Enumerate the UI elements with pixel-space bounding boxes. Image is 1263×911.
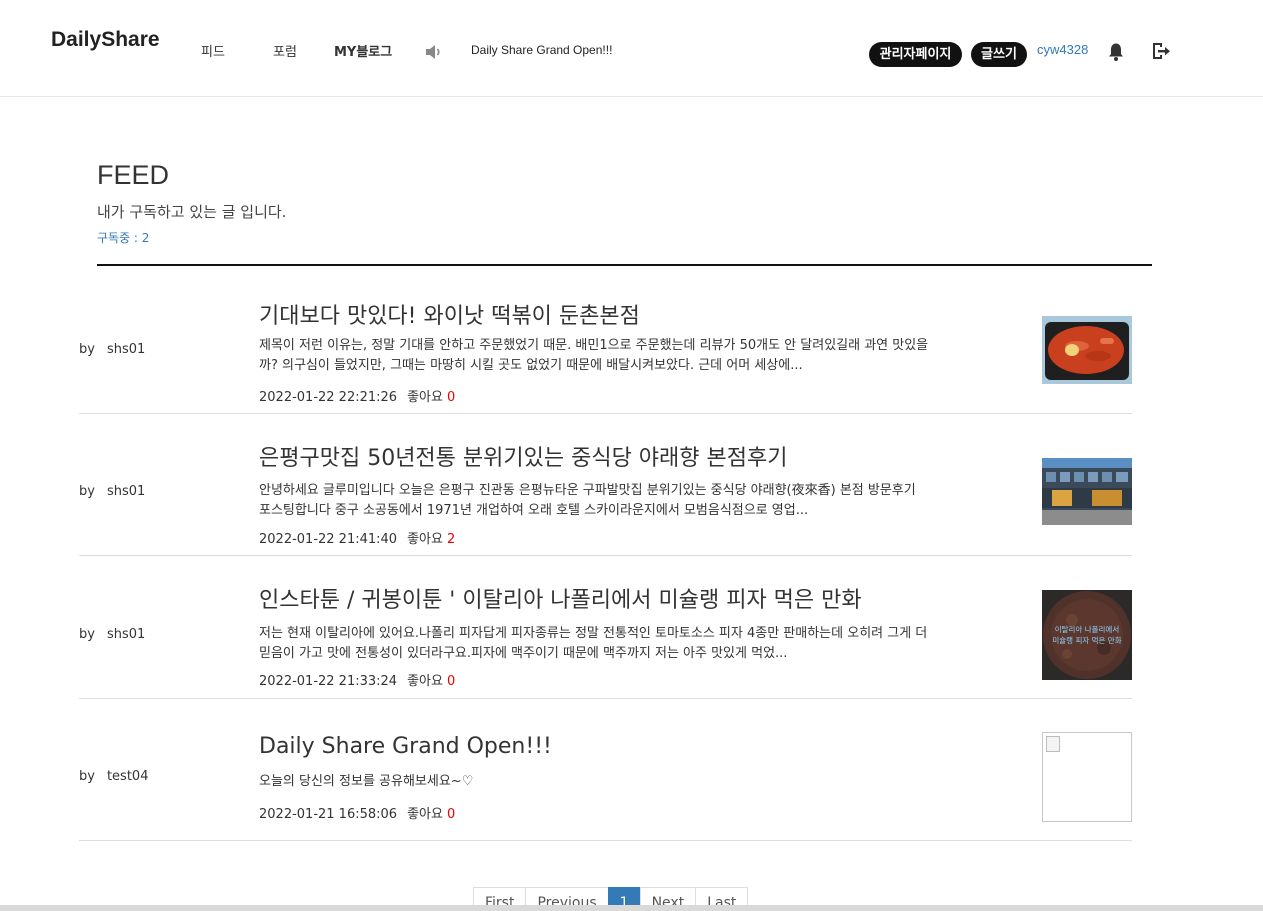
post-thumbnail-tteokbokki[interactable] — [1042, 316, 1132, 384]
title-divider — [97, 264, 1152, 266]
bell-icon[interactable] — [1107, 42, 1125, 62]
likes-label: 좋아요 — [407, 390, 443, 405]
post-item[interactable]: by test04 Daily Share Grand Open!!! 오늘의 당… — [79, 723, 1132, 841]
nav-forum[interactable]: 포럼 — [273, 41, 297, 60]
by-label: by — [79, 484, 95, 499]
likes-label: 좋아요 — [407, 807, 443, 822]
username-link[interactable]: cyw4328 — [1037, 42, 1088, 57]
post-date: 2022-01-21 16:58:06 — [259, 807, 398, 822]
speaker-icon — [426, 45, 440, 59]
likes-label: 좋아요 — [407, 532, 443, 547]
post-thumbnail-pizza[interactable]: 이탈리아 나폴리에서 미슐랭 피자 먹은 만화 — [1042, 590, 1132, 680]
thumb-caption-line2: 미슐랭 피자 먹은 만화 — [1052, 635, 1121, 645]
post-excerpt[interactable]: 안녕하세요 글루미입니다 오늘은 은평구 진관동 은평뉴타운 구파발맛집 분위기… — [259, 481, 931, 521]
by-label: by — [79, 769, 95, 784]
post-meta: 2022-01-22 22:21:26 좋아요 0 — [259, 386, 455, 405]
admin-page-button[interactable]: 관리자페이지 — [869, 42, 962, 67]
post-excerpt[interactable]: 오늘의 당신의 정보를 공유해보세요~♡ — [259, 772, 931, 792]
likes-count: 2 — [446, 532, 456, 547]
nav-feed[interactable]: 피드 — [201, 41, 225, 60]
post-date: 2022-01-22 21:41:40 — [259, 532, 398, 547]
subscription-count[interactable]: 구독중 : 2 — [97, 229, 149, 246]
post-title[interactable]: Daily Share Grand Open!!! — [259, 734, 552, 759]
post-title[interactable]: 은평구맛집 50년전통 분위기있는 중식당 야래향 본점후기 — [259, 440, 787, 472]
likes-label: 좋아요 — [407, 674, 443, 689]
post-thumbnail-restaurant[interactable] — [1042, 458, 1132, 525]
nav-my-blog[interactable]: MY블로그 — [334, 41, 392, 60]
post-author: by test04 — [79, 769, 148, 784]
post-author: by shs01 — [79, 342, 145, 357]
post-excerpt[interactable]: 저는 현재 이탈리아에 있어요.나폴리 피자답게 피자종류는 정말 전통적인 토… — [259, 624, 931, 664]
broken-image-thumbnail[interactable] — [1042, 732, 1132, 822]
post-meta: 2022-01-21 16:58:06 좋아요 0 — [259, 803, 455, 822]
page-subtitle: 내가 구독하고 있는 글 입니다. — [97, 203, 287, 221]
post-meta: 2022-01-22 21:33:24 좋아요 0 — [259, 670, 455, 689]
thumb-caption-line1: 이탈리아 나폴리에서 — [1055, 624, 1119, 634]
page-title: FEED — [97, 160, 170, 190]
post-item[interactable]: by shs01 인스타툰 / 귀봉이툰 ' 이탈리아 나폴리에서 미슐랭 피자 … — [79, 581, 1132, 699]
top-header: DailyShare 피드 포럼 MY블로그 Daily Share Grand… — [0, 0, 1263, 97]
site-logo[interactable]: DailyShare — [51, 28, 160, 52]
by-label: by — [79, 342, 95, 357]
notice-text[interactable]: Daily Share Grand Open!!! — [471, 43, 612, 57]
post-title[interactable]: 기대보다 맛있다! 와이낫 떡볶이 둔촌본점 — [259, 298, 640, 330]
post-author: by shs01 — [79, 484, 145, 499]
post-author: by shs01 — [79, 627, 145, 642]
likes-count: 0 — [446, 390, 456, 405]
logout-icon[interactable] — [1151, 41, 1171, 61]
likes-count: 0 — [446, 674, 456, 689]
post-excerpt[interactable]: 제목이 저런 이유는, 정말 기대를 안하고 주문했었기 때문. 배민1으로 주… — [259, 336, 931, 376]
author-name[interactable]: shs01 — [107, 627, 145, 642]
author-name[interactable]: test04 — [107, 769, 149, 784]
post-date: 2022-01-22 21:33:24 — [259, 674, 398, 689]
broken-image-icon — [1046, 736, 1060, 752]
horizontal-scrollbar[interactable] — [0, 905, 1263, 911]
by-label: by — [79, 627, 95, 642]
write-button[interactable]: 글쓰기 — [971, 42, 1027, 67]
likes-count: 0 — [446, 807, 456, 822]
post-title[interactable]: 인스타툰 / 귀봉이툰 ' 이탈리아 나폴리에서 미슐랭 피자 먹은 만화 — [259, 582, 862, 614]
post-meta: 2022-01-22 21:41:40 좋아요 2 — [259, 528, 455, 547]
author-name[interactable]: shs01 — [107, 342, 145, 357]
post-item[interactable]: by shs01 은평구맛집 50년전통 분위기있는 중식당 야래향 본점후기 안… — [79, 439, 1132, 556]
post-date: 2022-01-22 22:21:26 — [259, 390, 398, 405]
post-item[interactable]: by shs01 기대보다 맛있다! 와이낫 떡볶이 둔촌본점 제목이 저런 이유… — [79, 297, 1132, 414]
author-name[interactable]: shs01 — [107, 484, 145, 499]
